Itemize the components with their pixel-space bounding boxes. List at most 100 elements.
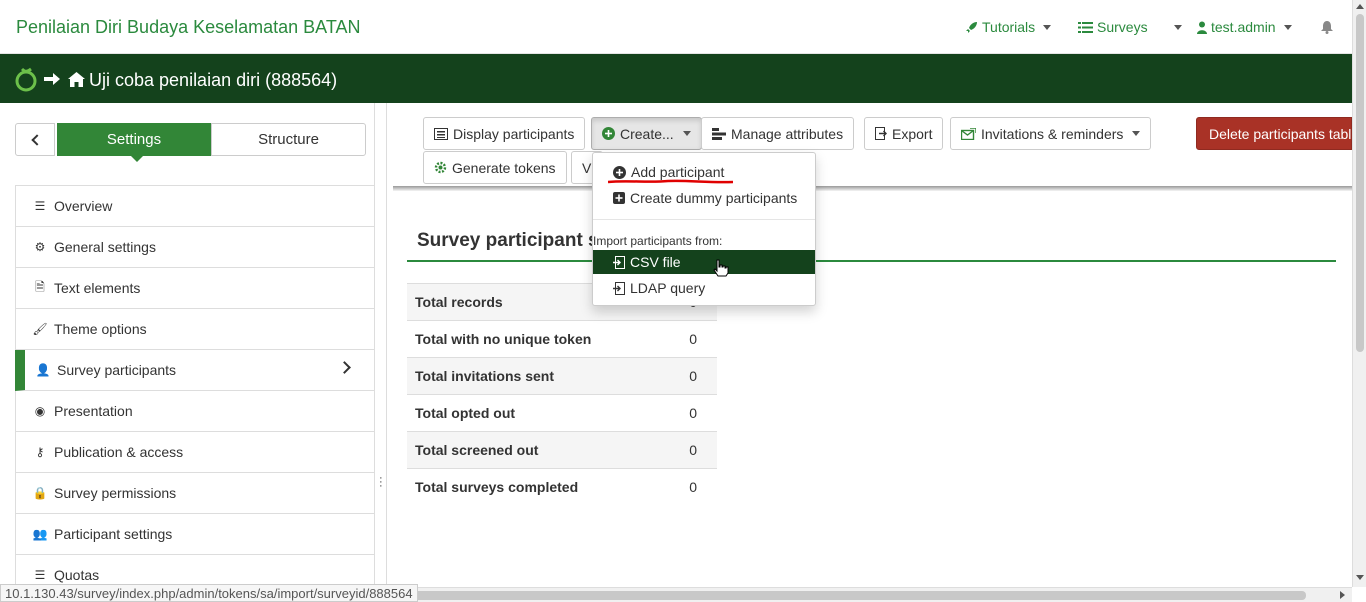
import-icon — [613, 281, 625, 295]
sidebar-item-label: Survey participants — [57, 362, 177, 378]
menu-divider — [593, 219, 815, 220]
sidebar-item-label: Survey permissions — [54, 485, 177, 501]
caret-down-icon — [1043, 24, 1052, 30]
stat-value: 0 — [657, 357, 717, 395]
envelope-icon — [961, 127, 976, 140]
user-icon — [1197, 21, 1207, 34]
sidebar-item-label: Overview — [54, 198, 113, 214]
list-icon — [1078, 21, 1093, 33]
table-row: Total with no unique token 0 — [407, 320, 717, 358]
table-row: Total surveys completed 0 — [407, 468, 717, 506]
invitations-label: Invitations & reminders — [981, 125, 1124, 142]
sidebar-item-text-elements[interactable]: 🗎 Text elements — [15, 268, 375, 309]
list-icon: ☰ — [34, 199, 46, 213]
sidebar-item-label: Theme options — [54, 321, 147, 337]
stat-label: Total screened out — [407, 431, 657, 469]
tab-settings[interactable]: Settings — [57, 123, 211, 162]
table-row: Total screened out 0 — [407, 431, 717, 469]
sidebar-item-theme-options[interactable]: 🖌 Theme options — [15, 309, 375, 350]
paint-brush-icon: 🖌 — [32, 322, 48, 336]
tasks-icon — [712, 127, 726, 140]
status-bar-url: 10.1.130.43/survey/index.php/admin/token… — [0, 584, 418, 602]
sidebar-resize-handle[interactable]: · · · — [375, 103, 387, 587]
surveys-label: Surveys — [1097, 19, 1148, 35]
tutorials-label: Tutorials — [982, 19, 1036, 35]
menu-item-ldap-query[interactable]: LDAP query — [593, 276, 815, 300]
menu-item-label: CSV file — [630, 254, 681, 270]
cog-icon — [434, 161, 447, 174]
menu-item-label: Create dummy participants — [630, 190, 798, 206]
user-icon: 👤 — [35, 363, 51, 377]
chevron-left-icon — [30, 133, 43, 146]
sidebar: Settings Structure ☰ Overview ⚙ General … — [0, 103, 375, 596]
invitations-reminders-button[interactable]: Invitations & reminders — [950, 117, 1152, 150]
site-brand[interactable]: Penilaian Diri Budaya Keselamatan BATAN — [16, 17, 361, 38]
user-menu[interactable]: test.admin — [1197, 19, 1292, 35]
export-button[interactable]: Export — [864, 117, 944, 150]
sidebar-item-label: Quotas — [54, 567, 100, 583]
menu-item-csv-file[interactable]: CSV file — [593, 250, 815, 274]
sidebar-item-general-settings[interactable]: ⚙ General settings — [15, 227, 375, 268]
vertical-scrollbar[interactable] — [1352, 0, 1366, 587]
lock-icon: 🔒 — [32, 486, 48, 500]
delete-table-label: Delete participants tabl — [1209, 125, 1352, 142]
view-label: V — [582, 159, 592, 176]
menu-item-label: LDAP query — [630, 280, 706, 296]
sidebar-item-survey-permissions[interactable]: 🔒 Survey permissions — [15, 473, 375, 514]
cogs-icon: ⚙ — [34, 240, 46, 254]
user-label: test.admin — [1211, 19, 1276, 35]
toolbar-divider — [393, 186, 1352, 191]
table-row: Total opted out 0 — [407, 394, 717, 432]
sidebar-item-participant-settings[interactable]: 👥 Participant settings — [15, 514, 375, 555]
survey-bar: Uji coba penilaian diri (888564) — [0, 54, 1352, 103]
sidebar-item-overview[interactable]: ☰ Overview — [15, 186, 375, 227]
tutorials-menu[interactable]: Tutorials — [965, 19, 1052, 35]
collapse-sidebar-button[interactable] — [15, 123, 55, 156]
rocket-icon — [966, 21, 977, 33]
generate-tokens-button[interactable]: Generate tokens — [423, 151, 567, 184]
tasks-icon: ☰ — [34, 568, 46, 582]
import-header: Import participants from: — [593, 234, 723, 248]
export-label: Export — [892, 125, 933, 142]
manage-attributes-button[interactable]: Manage attributes — [701, 117, 855, 150]
plus-circle-icon — [613, 165, 626, 179]
top-navbar: Penilaian Diri Budaya Keselamatan BATAN … — [0, 0, 1352, 54]
stat-value: 0 — [657, 468, 717, 506]
stat-value: 0 — [657, 431, 717, 469]
list-alt-icon — [434, 127, 448, 140]
sidebar-item-publication-access[interactable]: ⚷ Publication & access — [15, 432, 375, 473]
import-icon — [613, 255, 625, 269]
sidebar-item-presentation[interactable]: ◉ Presentation — [15, 391, 375, 432]
users-icon: 👥 — [32, 527, 48, 541]
delete-participants-table-button[interactable]: Delete participants tabl — [1196, 117, 1352, 150]
sidebar-item-label: Publication & access — [54, 444, 184, 460]
sidebar-item-label: Participant settings — [54, 526, 173, 542]
stat-label: Total with no unique token — [407, 320, 657, 358]
scroll-down-icon[interactable] — [1356, 575, 1364, 580]
file-text-icon: 🗎 — [35, 279, 45, 294]
limesurvey-logo-icon[interactable] — [13, 66, 39, 92]
scroll-up-icon[interactable] — [1356, 4, 1364, 9]
bell-icon[interactable] — [1321, 21, 1333, 34]
create-dropdown-button[interactable]: Create... — [591, 117, 702, 150]
sidebar-item-label: Text elements — [54, 280, 141, 296]
menu-item-label: Add participant — [631, 164, 725, 180]
menu-item-create-dummy[interactable]: Create dummy participants — [593, 186, 815, 210]
tab-structure[interactable]: Structure — [211, 123, 366, 156]
table-row: Total invitations sent 0 — [407, 357, 717, 395]
scroll-right-icon[interactable] — [1340, 591, 1345, 599]
key-icon: ⚷ — [35, 445, 45, 459]
arrow-right-icon[interactable] — [44, 72, 60, 86]
caret-down-icon — [1283, 24, 1292, 30]
plus-circle-icon — [602, 127, 615, 140]
home-icon[interactable] — [68, 72, 85, 87]
caret-down-icon[interactable] — [1173, 24, 1182, 30]
surveys-menu[interactable]: Surveys — [1078, 19, 1182, 35]
sidebar-item-survey-participants[interactable]: 👤 Survey participants — [15, 350, 375, 391]
create-label: Create... — [620, 125, 674, 142]
heading-underline — [407, 260, 1336, 262]
scrollbar-thumb[interactable] — [1356, 14, 1364, 352]
display-participants-button[interactable]: Display participants — [423, 117, 586, 150]
survey-title: Uji coba penilaian diri (888564) — [89, 70, 338, 90]
sidebar-item-label: General settings — [54, 239, 156, 255]
